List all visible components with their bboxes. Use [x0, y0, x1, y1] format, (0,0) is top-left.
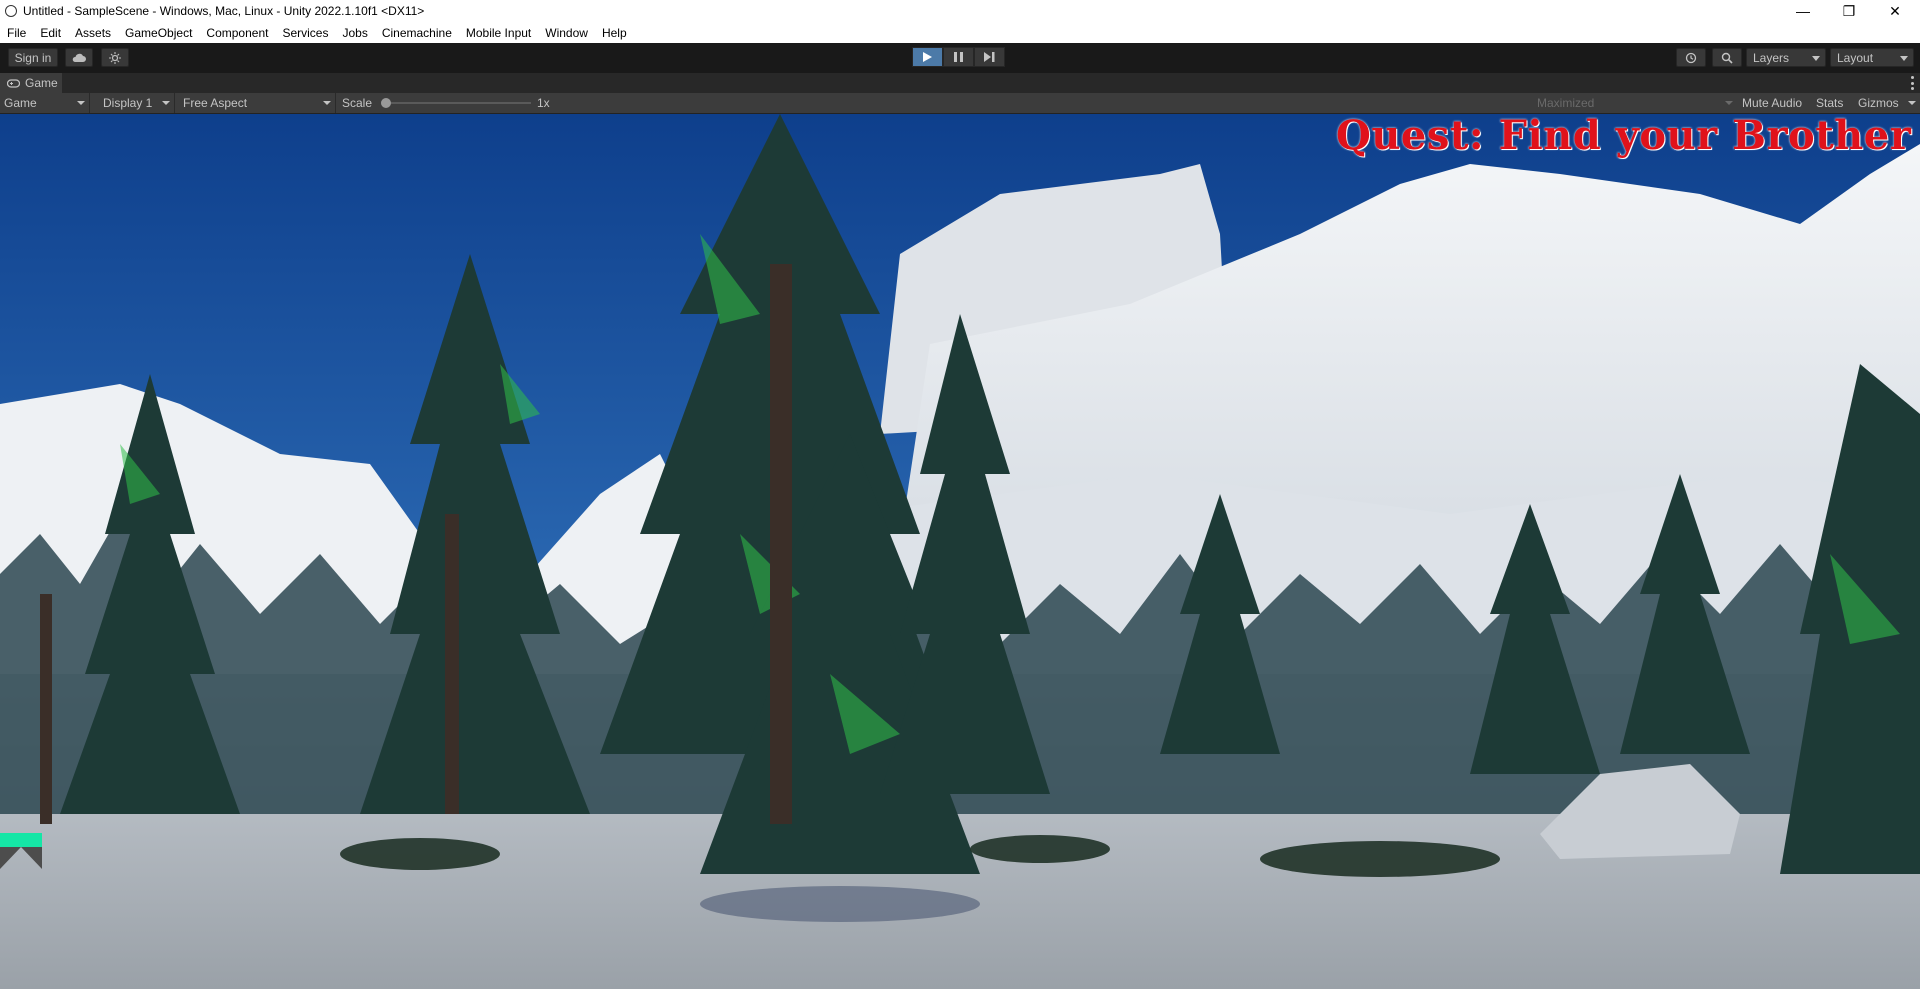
scale-slider[interactable] — [381, 98, 531, 108]
kebab-menu-icon[interactable] — [1910, 76, 1914, 90]
chevron-down-icon — [1812, 56, 1820, 61]
menu-mobile-input[interactable]: Mobile Input — [459, 26, 538, 40]
gizmos-label: Gizmos — [1858, 96, 1899, 110]
chevron-down-icon — [162, 101, 170, 105]
menu-cinemachine[interactable]: Cinemachine — [375, 26, 459, 40]
chevron-down-icon — [1900, 56, 1908, 61]
layout-label: Layout — [1837, 50, 1874, 65]
window-titlebar: Untitled - SampleScene - Windows, Mac, L… — [0, 0, 1920, 22]
menu-services[interactable]: Services — [275, 26, 335, 40]
layers-dropdown[interactable]: Layers — [1746, 48, 1826, 67]
layers-label: Layers — [1753, 50, 1790, 65]
close-icon[interactable]: ✕ — [1872, 0, 1918, 22]
menu-window[interactable]: Window — [538, 26, 595, 40]
quest-text: Quest: Find your Brother — [1336, 114, 1912, 159]
search-icon[interactable] — [1712, 48, 1742, 67]
scale-slider-handle[interactable] — [381, 98, 391, 108]
play-icon[interactable] — [912, 47, 943, 67]
playmode-controls — [912, 47, 1005, 67]
unity-logo-icon — [5, 5, 17, 17]
menu-assets[interactable]: Assets — [68, 26, 118, 40]
chevron-down-icon — [1908, 101, 1916, 105]
menu-help[interactable]: Help — [595, 26, 634, 40]
health-bar — [0, 833, 42, 847]
scale-value: 1x — [537, 96, 550, 110]
display-label: Display 1 — [103, 96, 153, 110]
menu-gameobject[interactable]: GameObject — [118, 26, 199, 40]
aspect-dropdown[interactable]: Free Aspect — [176, 93, 336, 113]
layout-dropdown[interactable]: Layout — [1830, 48, 1914, 67]
chevron-down-icon — [77, 101, 85, 105]
pause-icon[interactable] — [943, 47, 974, 67]
game-mode-dropdown[interactable]: Game — [0, 93, 90, 113]
collab-icon[interactable] — [101, 48, 129, 67]
menu-jobs[interactable]: Jobs — [335, 26, 374, 40]
menu-file[interactable]: File — [0, 26, 33, 40]
step-icon[interactable] — [974, 47, 1005, 67]
mute-audio-toggle[interactable]: Mute Audio — [1742, 96, 1802, 110]
menu-bar: File Edit Assets GameObject Component Se… — [0, 22, 1920, 43]
main-toolbar: Sign in Layers Layout — [0, 43, 1920, 73]
chevron-down-icon — [1725, 101, 1733, 105]
tab-game[interactable]: Game — [0, 73, 62, 93]
stats-toggle[interactable]: Stats — [1816, 96, 1843, 110]
chevron-down-icon — [323, 101, 331, 105]
editor-tab-bar: Game — [0, 73, 1920, 94]
shield-icon — [0, 847, 42, 869]
snowy-forest-scene — [0, 114, 1920, 989]
cloud-icon[interactable] — [65, 48, 93, 67]
scale-label: Scale — [342, 96, 373, 110]
game-viewport[interactable]: Quest: Find your Brother — [0, 114, 1920, 989]
sign-in-button[interactable]: Sign in — [8, 48, 58, 67]
display-dropdown[interactable]: Display 1 — [95, 93, 175, 113]
gamepad-icon — [7, 78, 20, 88]
window-title: Untitled - SampleScene - Windows, Mac, L… — [23, 4, 425, 18]
menu-edit[interactable]: Edit — [33, 26, 68, 40]
maximized-label: Maximized — [1537, 96, 1595, 110]
tab-game-label: Game — [25, 76, 58, 90]
menu-component[interactable]: Component — [199, 26, 275, 40]
aspect-label: Free Aspect — [183, 96, 248, 110]
gizmos-dropdown[interactable]: Gizmos — [1850, 93, 1920, 113]
minimize-icon[interactable]: — — [1780, 0, 1826, 22]
restore-icon[interactable]: ❐ — [1826, 0, 1872, 22]
game-view-toolbar: Game Display 1 Free Aspect Scale 1x Maxi… — [0, 93, 1920, 114]
game-mode-label: Game — [4, 96, 37, 110]
history-icon[interactable] — [1676, 48, 1706, 67]
maximized-dropdown[interactable]: Maximized — [1533, 93, 1737, 113]
